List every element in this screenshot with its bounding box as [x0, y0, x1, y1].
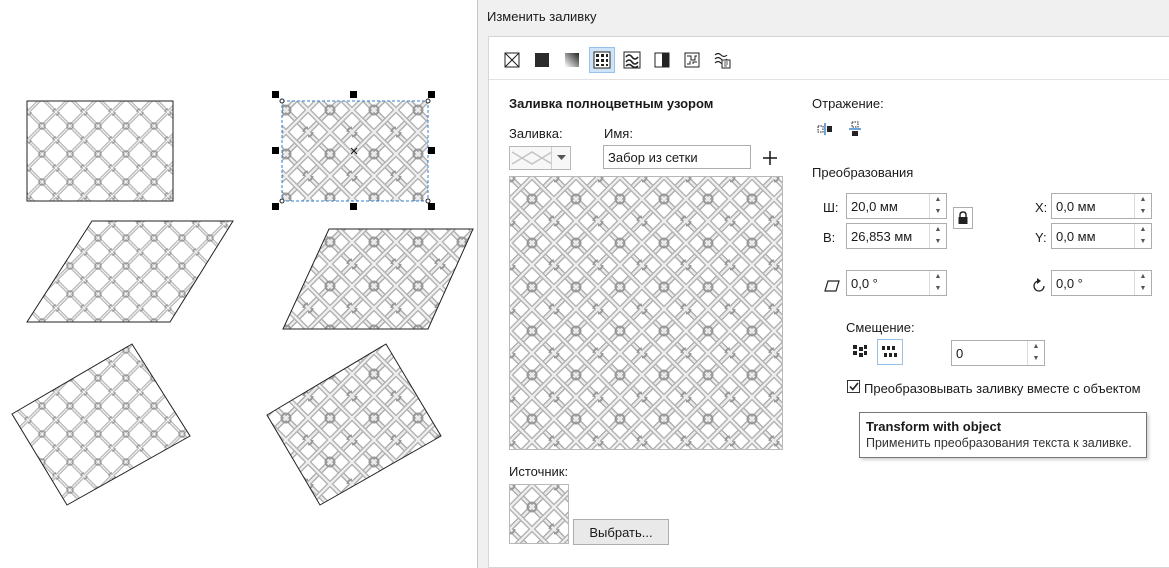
- rotate-spinbox[interactable]: ▲▼: [1051, 270, 1152, 296]
- skew-input[interactable]: [847, 271, 931, 295]
- bitmap-pattern-icon[interactable]: [619, 47, 645, 73]
- column-offset-icon[interactable]: [877, 339, 903, 365]
- height-label: В:: [823, 230, 836, 245]
- source-label: Источник:: [509, 464, 569, 479]
- tooltip-title: Transform with object: [866, 419, 1002, 434]
- spin-arrows[interactable]: ▲ ▼: [1027, 341, 1044, 365]
- row-offset-icon[interactable]: [849, 341, 871, 363]
- source-thumbnail: [509, 484, 569, 544]
- edit-fill-dialog: Изменить заливку Заливка полноцветным уз…: [477, 0, 1169, 568]
- spin-arrows[interactable]: ▲ ▼: [929, 224, 946, 248]
- filled-rectangle-object: [26, 100, 174, 202]
- filled-parallelogram-object: [26, 220, 234, 323]
- two-color-pattern-icon[interactable]: [649, 47, 675, 73]
- chevron-down-icon: [551, 147, 570, 169]
- x-spinbox[interactable]: ▲▼: [1051, 193, 1152, 219]
- tooltip-text: Применить преобразования текста к заливк…: [866, 436, 1132, 450]
- fountain-fill-icon[interactable]: [559, 47, 585, 73]
- skew-spinbox[interactable]: ▲▼: [846, 270, 947, 296]
- spin-arrows[interactable]: ▲ ▼: [1134, 194, 1151, 218]
- height-spinbox[interactable]: ▲▼: [846, 223, 947, 249]
- filled-rotated-object: [11, 343, 191, 506]
- mirror-label: Отражение:: [812, 96, 884, 111]
- width-spinbox[interactable]: ▲▼: [846, 193, 947, 219]
- uniform-fill-icon[interactable]: [529, 47, 555, 73]
- filled-parallelogram-object-2: [282, 228, 474, 330]
- y-label: Y:: [1035, 230, 1047, 245]
- spin-arrows[interactable]: ▲ ▼: [1134, 271, 1151, 295]
- name-label: Имя:: [604, 126, 633, 141]
- add-pattern-icon[interactable]: [759, 147, 781, 169]
- postscript-fill-icon[interactable]: [709, 47, 735, 73]
- width-input[interactable]: [847, 194, 931, 218]
- texture-fill-icon[interactable]: [679, 47, 705, 73]
- choose-button[interactable]: Выбрать...: [573, 519, 669, 545]
- mirror-horizontal-icon[interactable]: [815, 119, 835, 139]
- spin-arrows[interactable]: ▲ ▼: [929, 194, 946, 218]
- pattern-name-input[interactable]: [603, 145, 751, 169]
- mirror-vertical-icon[interactable]: [845, 119, 865, 139]
- transform-with-object-label[interactable]: Преобразовывать заливку вместе с объекто…: [864, 381, 1141, 396]
- lock-ratio-icon[interactable]: [953, 207, 973, 229]
- no-fill-icon[interactable]: [499, 47, 525, 73]
- offset-input[interactable]: [952, 341, 1028, 365]
- drawing-canvas[interactable]: [0, 0, 477, 568]
- dialog-content: Заливка полноцветным узором Заливка: Имя…: [488, 36, 1169, 568]
- section-title: Заливка полноцветным узором: [509, 96, 714, 111]
- y-spinbox[interactable]: ▲▼: [1051, 223, 1152, 249]
- vector-pattern-icon[interactable]: [589, 47, 615, 73]
- rotate-icon: [1029, 276, 1049, 296]
- selected-rectangle-object: [281, 100, 429, 202]
- fill-picker-dropdown[interactable]: [509, 146, 571, 170]
- spin-arrows[interactable]: ▲ ▼: [1134, 224, 1151, 248]
- pattern-preview: [509, 176, 783, 450]
- pattern-thumbnail-icon: [511, 151, 553, 165]
- canvas-objects: [11, 91, 474, 506]
- height-input[interactable]: [847, 224, 931, 248]
- offset-label: Смещение:: [846, 320, 915, 335]
- offset-spinbox[interactable]: ▲▼: [951, 340, 1045, 366]
- filled-rotated-object-2: [266, 343, 442, 506]
- fill-type-bar: [489, 37, 1169, 80]
- spin-arrows[interactable]: ▲ ▼: [929, 271, 946, 295]
- tooltip: Transform with object Применить преобраз…: [859, 412, 1147, 458]
- x-input[interactable]: [1052, 194, 1136, 218]
- rotate-input[interactable]: [1052, 271, 1136, 295]
- transform-with-object-checkbox[interactable]: [847, 380, 860, 393]
- width-label: Ш:: [823, 200, 839, 215]
- x-label: X:: [1035, 200, 1048, 215]
- skew-icon: [822, 276, 842, 296]
- fill-label: Заливка:: [509, 126, 563, 141]
- dialog-title: Изменить заливку: [487, 9, 597, 24]
- transform-label: Преобразования: [812, 165, 914, 180]
- y-input[interactable]: [1052, 224, 1136, 248]
